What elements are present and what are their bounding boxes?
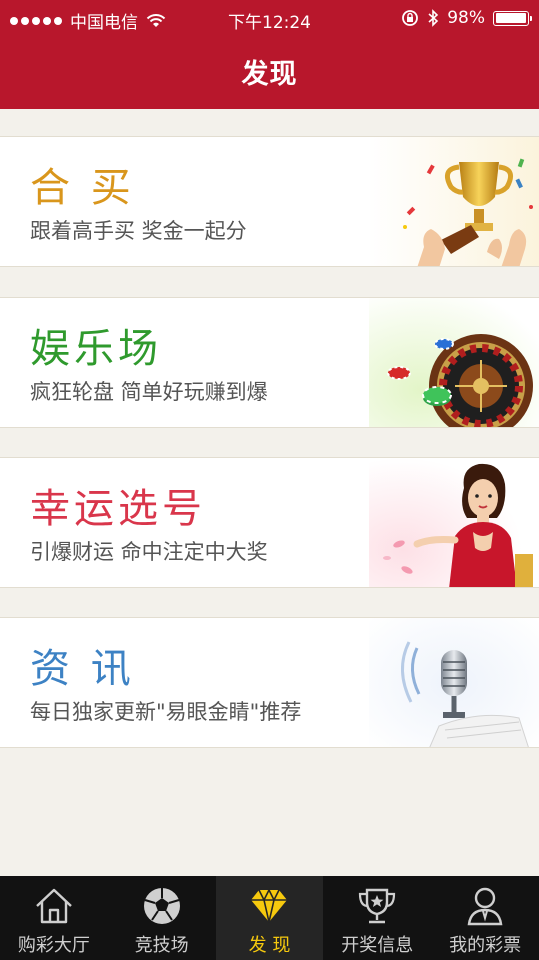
home-icon: [36, 888, 72, 924]
tab-label: 我的彩票: [449, 935, 522, 956]
tab-arena[interactable]: 竞技场: [108, 876, 216, 960]
status-bar: 中国电信 下午12:24 98%: [0, 0, 539, 38]
tab-label: 竞技场: [134, 935, 189, 956]
microphone-icon: [369, 618, 539, 747]
battery-icon: [493, 10, 532, 26]
tab-draw-results[interactable]: 开奖信息: [323, 876, 431, 960]
page-title: 发现: [241, 59, 298, 90]
card-subtitle: 每日独家更新"易眼金睛"推荐: [30, 700, 302, 724]
tab-label: 开奖信息: [341, 935, 414, 956]
app-header: 中国电信 下午12:24 98% 发现: [0, 0, 539, 109]
tab-label: 发 现: [248, 935, 291, 956]
card-group-buy[interactable]: 合 买 跟着高手买 奖金一起分: [0, 136, 539, 267]
roulette-icon: [369, 298, 539, 427]
card-title: 娱乐场: [30, 326, 162, 372]
card-subtitle: 疯狂轮盘 简单好玩赚到爆: [30, 380, 268, 404]
trophy-cup-icon: [359, 888, 396, 924]
card-subtitle: 跟着高手买 奖金一起分: [30, 219, 247, 243]
card-title: 资 讯: [30, 646, 135, 692]
card-casino[interactable]: 娱乐场 疯狂轮盘 简单好玩赚到爆: [0, 297, 539, 428]
tab-bar: 购彩大厅 竞技场 发 现 开奖信息 我的彩票: [0, 876, 539, 960]
card-title: 合 买: [30, 165, 135, 211]
tab-my-lottery[interactable]: 我的彩票: [431, 876, 539, 960]
card-title: 幸运选号: [30, 486, 206, 532]
diamond-icon: [251, 888, 288, 923]
rotation-lock-icon: [402, 10, 419, 26]
card-news[interactable]: 资 讯 每日独家更新"易眼金睛"推荐: [0, 617, 539, 748]
lucky-lady-icon: [369, 458, 539, 587]
tab-label: 购彩大厅: [17, 935, 90, 956]
tab-lottery-hall[interactable]: 购彩大厅: [0, 876, 108, 960]
tab-discover[interactable]: 发 现: [215, 876, 324, 960]
battery-percent: 98%: [447, 8, 485, 28]
trophy-icon: [369, 137, 539, 266]
bluetooth-icon: [428, 9, 439, 27]
soccer-ball-icon: [143, 888, 180, 924]
card-lucky-number[interactable]: 幸运选号 引爆财运 命中注定中大奖: [0, 457, 539, 588]
battery-fill: [495, 13, 526, 23]
user-icon: [467, 887, 503, 926]
card-subtitle: 引爆财运 命中注定中大奖: [30, 540, 268, 564]
